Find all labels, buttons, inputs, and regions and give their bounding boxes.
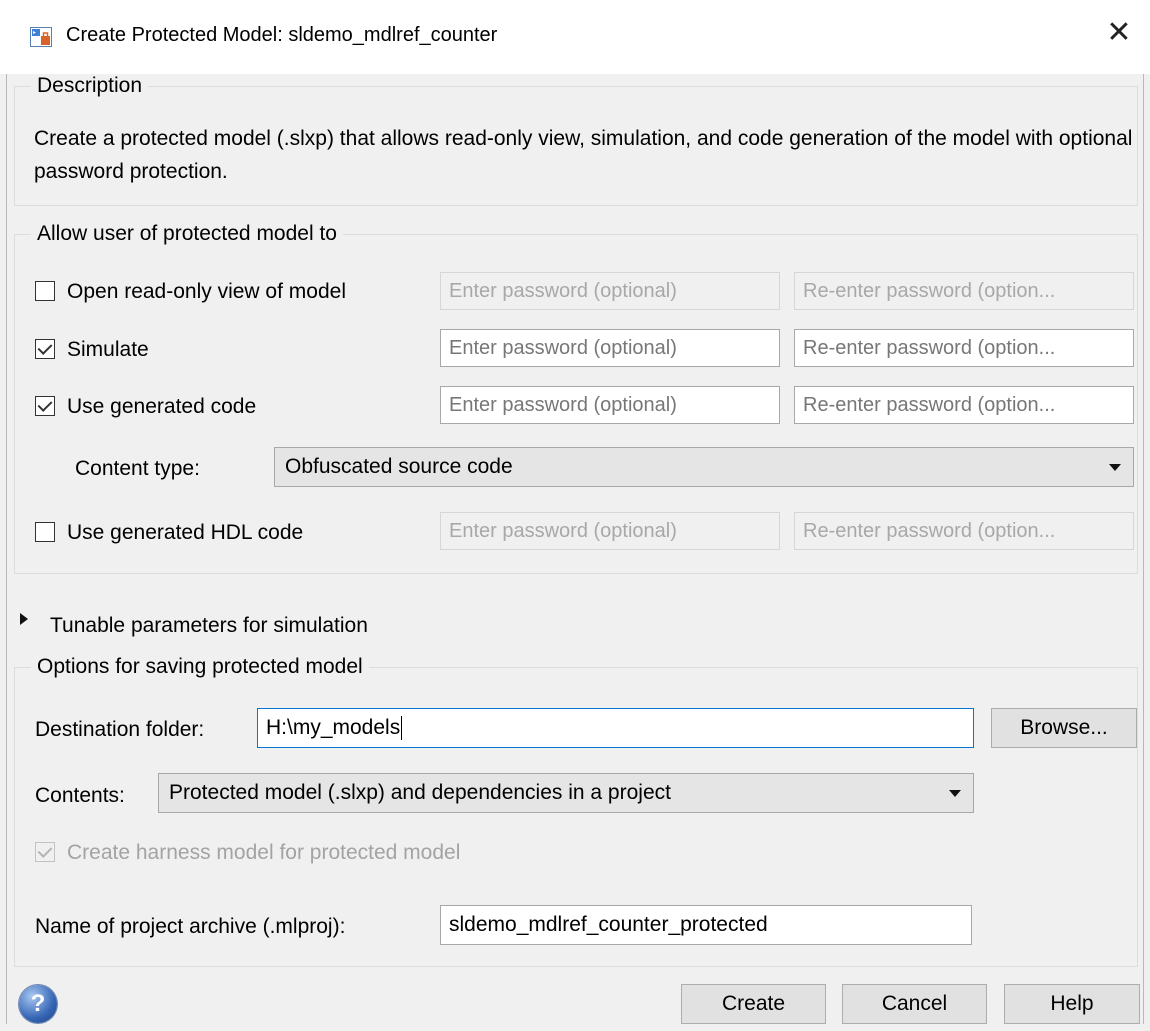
- read-only-reenter-password-field[interactable]: Re-enter password (option...: [794, 272, 1134, 310]
- browse-button[interactable]: Browse...: [991, 708, 1137, 748]
- use-generated-code-label: Use generated code: [67, 395, 257, 418]
- contents-dropdown[interactable]: Protected model (.slxp) and dependencies…: [158, 773, 974, 813]
- simulate-checkbox[interactable]: [35, 339, 55, 359]
- destination-folder-label: Destination folder:: [35, 718, 205, 741]
- project-archive-input[interactable]: sldemo_mdlref_counter_protected: [440, 905, 972, 945]
- project-archive-value: sldemo_mdlref_counter_protected: [449, 913, 768, 936]
- create-protected-model-dialog: Create Protected Model: sldemo_mdlref_co…: [0, 0, 1150, 1031]
- close-icon[interactable]: ✕: [1102, 16, 1136, 50]
- window-title: Create Protected Model: sldemo_mdlref_co…: [66, 24, 498, 46]
- description-text: Create a protected model (.slxp) that al…: [34, 127, 1133, 183]
- window-border-right: [1143, 74, 1144, 1024]
- create-button[interactable]: Create: [681, 984, 826, 1024]
- content-type-dropdown[interactable]: Obfuscated source code: [274, 447, 1134, 487]
- read-only-view-label: Open read-only view of model: [67, 280, 346, 303]
- destination-folder-value: H:\my_models: [266, 716, 401, 739]
- read-only-password-field[interactable]: Enter password (optional): [440, 272, 780, 310]
- simulate-label: Simulate: [67, 338, 149, 361]
- hdl-reenter-password-field[interactable]: Re-enter password (option...: [794, 512, 1134, 550]
- create-harness-label: Create harness model for protected model: [67, 841, 461, 864]
- text-caret: [401, 716, 403, 741]
- simulate-reenter-password-field[interactable]: Re-enter password (option...: [794, 329, 1134, 367]
- expand-arrow-icon[interactable]: [20, 613, 28, 625]
- description-legend: Description: [37, 74, 143, 97]
- chevron-down-icon: [949, 790, 961, 797]
- use-hdl-code-checkbox[interactable]: [35, 522, 55, 542]
- window-border-left: [6, 74, 7, 1024]
- generated-code-password-field[interactable]: Enter password (optional): [440, 386, 780, 424]
- app-icon: [30, 27, 52, 47]
- use-hdl-code-label: Use generated HDL code: [67, 521, 304, 544]
- create-harness-checkbox[interactable]: [35, 842, 55, 862]
- saving-options-legend: Options for saving protected model: [37, 655, 363, 678]
- simulate-password-field[interactable]: Enter password (optional): [440, 329, 780, 367]
- chevron-down-icon: [1109, 464, 1121, 471]
- project-archive-label: Name of project archive (.mlproj):: [35, 915, 346, 938]
- read-only-view-checkbox[interactable]: [35, 281, 55, 301]
- generated-code-reenter-password-field[interactable]: Re-enter password (option...: [794, 386, 1134, 424]
- help-button[interactable]: Help: [1004, 984, 1140, 1024]
- contents-value: Protected model (.slxp) and dependencies…: [169, 781, 671, 804]
- help-icon[interactable]: ?: [19, 985, 57, 1023]
- destination-folder-input[interactable]: H:\my_models: [257, 708, 974, 748]
- use-generated-code-checkbox[interactable]: [35, 396, 55, 416]
- cancel-button[interactable]: Cancel: [842, 984, 987, 1024]
- title-bar: Create Protected Model: sldemo_mdlref_co…: [0, 0, 1150, 74]
- hdl-password-field[interactable]: Enter password (optional): [440, 512, 780, 550]
- content-type-value: Obfuscated source code: [285, 455, 513, 478]
- content-type-label: Content type:: [75, 457, 200, 480]
- tunable-parameters-toggle[interactable]: Tunable parameters for simulation: [50, 614, 368, 638]
- allow-user-legend: Allow user of protected model to: [37, 222, 337, 245]
- contents-label: Contents:: [35, 784, 125, 807]
